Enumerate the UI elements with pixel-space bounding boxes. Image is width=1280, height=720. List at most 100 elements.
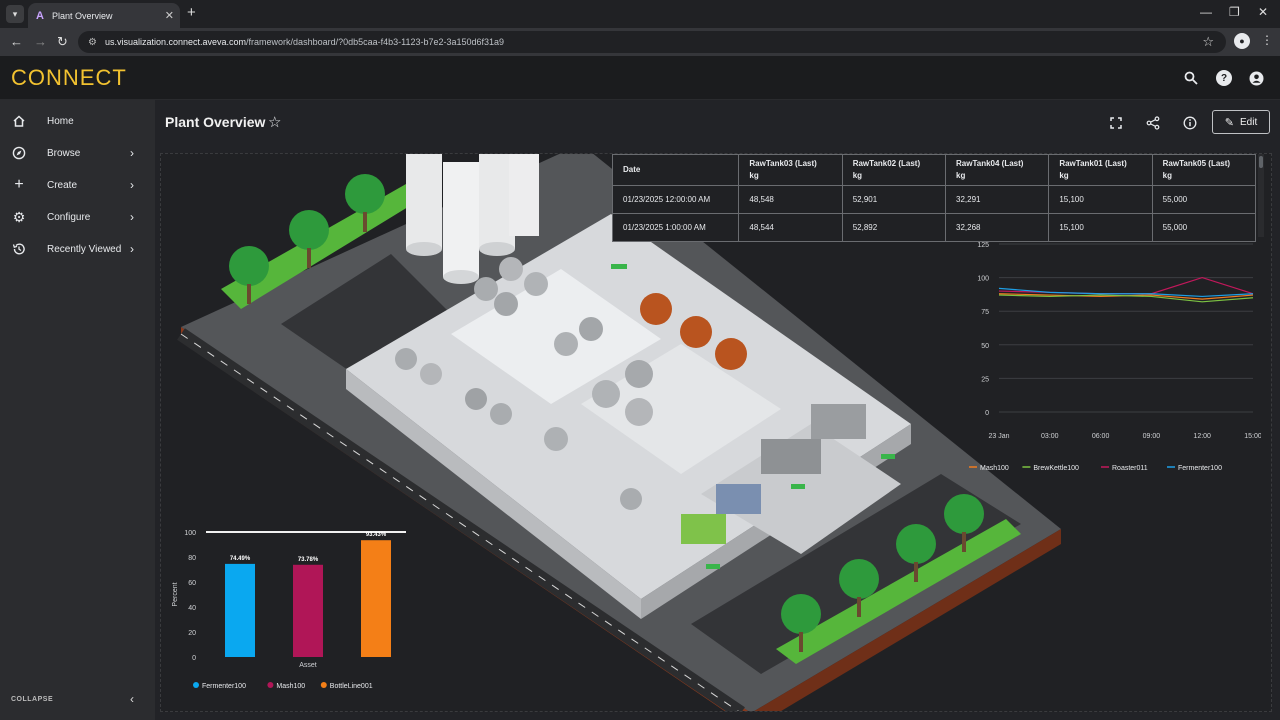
y-tick-label: 75 xyxy=(981,309,989,316)
table-cell: 32,291 xyxy=(945,185,1050,214)
browser-menu-icon[interactable]: ⋮ xyxy=(1261,33,1273,47)
y-tick-label: 100 xyxy=(184,530,196,537)
site-info-icon[interactable]: ⚙ xyxy=(88,37,97,48)
url-input[interactable]: ⚙ us.visualization.connect.aveva.com/fra… xyxy=(78,31,1226,53)
history-icon xyxy=(11,241,27,257)
share-icon[interactable] xyxy=(1145,115,1161,131)
table-cell: 01/23/2025 12:00:00 AM xyxy=(611,185,740,214)
compass-icon xyxy=(11,145,27,161)
url-text: us.visualization.connect.aveva.com/frame… xyxy=(104,37,505,47)
table-header-cell[interactable]: RawTank04 (Last) kg xyxy=(945,154,1050,186)
info-icon[interactable] xyxy=(1182,115,1198,131)
x-tick-label: 03:00 xyxy=(1041,433,1059,440)
reload-icon[interactable]: ↻ xyxy=(57,34,68,50)
legend-swatch xyxy=(320,682,327,688)
chevron-right-icon: › xyxy=(130,210,134,224)
back-icon[interactable]: ← xyxy=(10,34,23,49)
table-cell: 52,892 xyxy=(841,213,947,242)
sidebar-item-label: Create xyxy=(47,179,78,191)
edit-label: Edit xyxy=(1239,116,1258,128)
table-header-cell[interactable]: RawTank01 (Last) kg xyxy=(1048,154,1153,186)
bar-value-label: 73.78% xyxy=(298,557,319,563)
legend-label: BrewKettle100 xyxy=(1033,465,1079,472)
bar-value-label: 74.49% xyxy=(230,556,251,562)
table-scroll-thumb[interactable] xyxy=(1259,156,1263,168)
table-header-cell[interactable]: RawTank02 (Last) kg xyxy=(841,154,947,186)
gear-icon: ⚙ xyxy=(12,208,26,225)
profile-avatar-icon[interactable]: ● xyxy=(1234,33,1250,49)
chevron-right-icon: › xyxy=(130,242,134,256)
dashboard-canvas: Date RawTank03 (Last) kg RawTank02 (Last)… xyxy=(160,153,1272,712)
table-cell: 15,100 xyxy=(1048,213,1153,242)
bar-mash100 xyxy=(293,564,323,657)
aveva-favicon-icon: A xyxy=(36,9,44,22)
y-tick-label: 0 xyxy=(192,655,196,662)
x-tick-label: 12:00 xyxy=(1193,433,1211,440)
table-header-cell[interactable]: Date xyxy=(611,154,740,186)
asset-bar-chart[interactable]: 0 20 40 60 80 100 74.49% 73.78% 93.43% Asset Perce… xyxy=(166,522,411,702)
chevron-left-icon[interactable]: ‹ xyxy=(130,692,134,706)
legend-label: Roaster011 xyxy=(1112,465,1148,472)
legend-swatch xyxy=(267,682,274,688)
app-header: CONNECT ? xyxy=(0,56,1280,100)
bookmark-star-icon[interactable]: ☆ xyxy=(1202,34,1214,50)
favorite-star-icon[interactable]: ☆ xyxy=(268,113,281,131)
close-window-icon[interactable]: ✕ xyxy=(1258,5,1268,19)
legend-swatch xyxy=(193,682,199,688)
y-tick-label: 60 xyxy=(188,580,196,587)
table-row: 01/23/2025 1:00:00 AM 48,544 52,892 32,2… xyxy=(611,213,1257,242)
tab-title: Plant Overview xyxy=(52,10,113,21)
pencil-icon: ✎ xyxy=(1224,116,1234,129)
sidebar-item-label: Home xyxy=(47,115,74,127)
y-tick-label: 50 xyxy=(981,343,989,350)
table-row: 01/23/2025 12:00:00 AM 48,548 52,901 32,… xyxy=(611,185,1257,214)
sidebar-item-configure[interactable]: ⚙ Configure › xyxy=(0,203,155,231)
tab-close-icon[interactable]: ✕ xyxy=(165,9,174,22)
tab-search-icon[interactable]: ▾ xyxy=(6,5,24,23)
browser-tab[interactable]: A Plant Overview ✕ xyxy=(28,3,180,28)
sidebar-item-browse[interactable]: Browse › xyxy=(0,139,155,167)
dashboard-main: Plant Overview ☆ ✎ Edit Date RawTank03 (… xyxy=(155,100,1280,720)
bar-value-label: 93.43% xyxy=(366,532,387,538)
table-cell: 01/23/2025 1:00:00 AM xyxy=(611,213,740,242)
y-tick-label: 0 xyxy=(985,410,989,417)
sidebar-item-home[interactable]: Home xyxy=(0,107,155,135)
y-axis-label: Percent xyxy=(172,582,179,606)
bar-fermenter100 xyxy=(225,563,255,657)
connect-logo[interactable]: CONNECT xyxy=(11,65,127,91)
y-tick-label: 80 xyxy=(188,555,196,562)
restore-icon[interactable]: ❐ xyxy=(1229,5,1240,19)
table-header-row: Date RawTank03 (Last) kg RawTank02 (Last)… xyxy=(611,154,1257,186)
edit-button[interactable]: ✎ Edit xyxy=(1212,110,1270,134)
sidebar-item-recently-viewed[interactable]: Recently Viewed › xyxy=(0,235,155,263)
x-tick-label: 23 Jan xyxy=(988,433,1009,440)
new-tab-icon[interactable]: + xyxy=(187,4,196,21)
plus-icon: + xyxy=(14,176,24,193)
browser-tab-strip: ▾ A Plant Overview ✕ + — ❐ ✕ xyxy=(0,0,1280,28)
browser-address-bar: ← → ↻ ⚙ us.visualization.connect.aveva.c… xyxy=(0,28,1280,56)
legend-label: Fermenter100 xyxy=(202,683,246,690)
forward-icon[interactable]: → xyxy=(34,34,47,49)
table-header-cell[interactable]: RawTank03 (Last) kg xyxy=(738,154,843,186)
help-icon[interactable]: ? xyxy=(1216,70,1232,86)
collapse-label[interactable]: COLLAPSE xyxy=(11,696,53,703)
sidebar-item-label: Browse xyxy=(47,147,81,159)
search-icon[interactable] xyxy=(1183,70,1199,86)
sidebar-item-label: Configure xyxy=(47,211,91,223)
table-header-cell[interactable]: RawTank05 (Last) kg xyxy=(1151,154,1257,186)
sidebar-item-create[interactable]: + Create › xyxy=(0,171,155,199)
trend-chart[interactable]: 0 25 50 75 100 125 23 Jan 03:00 06:00 09:00 12:00 1… xyxy=(961,240,1261,480)
account-icon[interactable] xyxy=(1248,70,1264,86)
fullscreen-icon[interactable] xyxy=(1108,115,1124,131)
page-title: Plant Overview xyxy=(165,114,266,130)
minimize-icon[interactable]: — xyxy=(1200,5,1212,19)
raw-tank-table: Date RawTank03 (Last) kg RawTank02 (Last)… xyxy=(611,154,1257,242)
legend-label: Fermenter100 xyxy=(1178,465,1222,472)
table-cell: 55,000 xyxy=(1151,213,1257,242)
table-cell: 48,548 xyxy=(738,185,843,214)
x-tick-label: 09:00 xyxy=(1143,433,1161,440)
home-icon xyxy=(11,113,27,129)
y-tick-label: 125 xyxy=(977,242,989,249)
sidebar: Home Browse › + Create › ⚙ Configure › R… xyxy=(0,100,155,720)
y-tick-label: 25 xyxy=(981,376,989,383)
